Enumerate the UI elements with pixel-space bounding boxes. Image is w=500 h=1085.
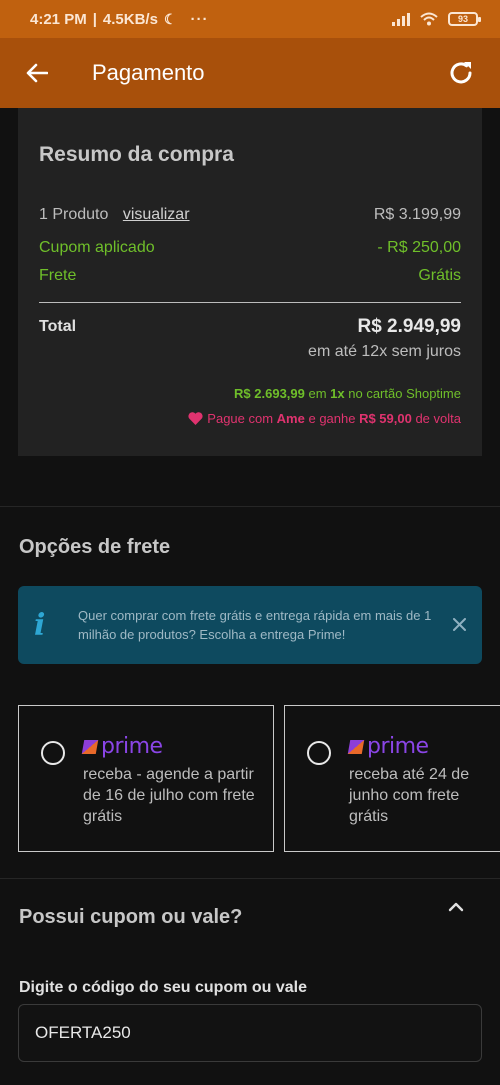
product-row: 1 Produto visualizar R$ 3.199,99 — [39, 206, 461, 224]
app-bar: Pagamento — [0, 38, 500, 108]
collapse-coupon-button[interactable] — [447, 900, 467, 920]
coupon-discount: - R$ 250,00 — [377, 239, 461, 256]
ame-cashback-promo: Pague com Ame e ganhe R$ 59,00 de volta — [188, 411, 461, 426]
card-promo-text: R$ 2.693,99 em 1x no cartão Shoptime — [234, 386, 461, 401]
wifi-icon — [420, 12, 438, 26]
refresh-icon — [450, 62, 472, 84]
prime-brand: prime — [367, 734, 429, 759]
total-label: Total — [39, 318, 77, 335]
shipping-option-card[interactable]: prime receba até 24 de junho com frete g… — [284, 705, 500, 852]
section-divider — [0, 506, 500, 507]
coupon-applied-label: Cupom aplicado — [39, 239, 155, 256]
status-time: 4:21 PM — [30, 10, 87, 28]
view-products-link[interactable]: visualizar — [123, 206, 190, 223]
shipping-options-title: Opções de frete — [19, 536, 171, 558]
coupon-field-label: Digite o código do seu cupom ou vale — [19, 979, 308, 996]
close-icon — [453, 617, 466, 631]
shipping-option-radio[interactable] — [41, 741, 65, 765]
prime-brand: prime — [101, 734, 163, 759]
prime-mark-icon — [81, 739, 99, 754]
shipping-option-radio[interactable] — [307, 741, 331, 765]
summary-divider — [39, 302, 461, 303]
status-bar: 4:21 PM | 4.5KB/s ☾ ··· 93 — [0, 0, 500, 38]
installments-text: em até 12x sem juros — [308, 343, 461, 360]
section-divider — [0, 878, 500, 879]
heart-icon — [188, 412, 203, 425]
product-count: 1 Produto — [39, 206, 109, 223]
shipping-label: Frete — [39, 267, 77, 284]
coupon-section-title: Possui cupom ou vale? — [19, 906, 243, 928]
prime-info-text: Quer comprar com frete grátis e entrega … — [78, 608, 432, 642]
status-left: 4:21 PM | 4.5KB/s ☾ ··· — [30, 10, 209, 28]
prime-logo: prime — [81, 734, 163, 759]
status-more-dots: ··· — [190, 10, 209, 28]
status-net-speed: 4.5KB/s — [102, 10, 158, 28]
shipping-option-card[interactable]: prime receba - agende a partir de 16 de … — [18, 705, 274, 852]
prime-mark-icon — [347, 739, 365, 754]
close-banner-button[interactable] — [453, 615, 466, 636]
moon-icon: ☾ — [163, 10, 177, 27]
shipping-row: Frete Grátis — [39, 267, 461, 285]
purchase-summary-card: Resumo da compra 1 Produto visualizar R$… — [18, 108, 482, 456]
battery-level: 93 — [457, 14, 468, 24]
product-price: R$ 3.199,99 — [373, 206, 461, 223]
total-value: R$ 2.949,99 — [357, 316, 461, 337]
shipping-value: Grátis — [418, 267, 461, 284]
signal-icon — [392, 12, 410, 26]
page-title: Pagamento — [92, 60, 205, 85]
prime-logo: prime — [347, 734, 429, 759]
chevron-up-icon — [448, 902, 464, 912]
battery-icon: 93 — [448, 12, 481, 26]
arrow-left-icon — [26, 63, 48, 83]
info-icon: i — [34, 607, 46, 643]
prime-info-banner: i Quer comprar com frete grátis e entreg… — [18, 586, 482, 664]
shipping-option-description: receba até 24 de junho com frete grátis — [349, 766, 470, 825]
status-right: 93 — [392, 12, 481, 26]
coupon-row: Cupom aplicado - R$ 250,00 — [39, 239, 461, 257]
shipping-option-description: receba - agende a partir de 16 de julho … — [83, 766, 255, 825]
summary-title: Resumo da compra — [39, 143, 234, 166]
refresh-button[interactable] — [444, 56, 478, 90]
back-button[interactable] — [22, 58, 52, 88]
coupon-code-input[interactable] — [18, 1004, 482, 1062]
